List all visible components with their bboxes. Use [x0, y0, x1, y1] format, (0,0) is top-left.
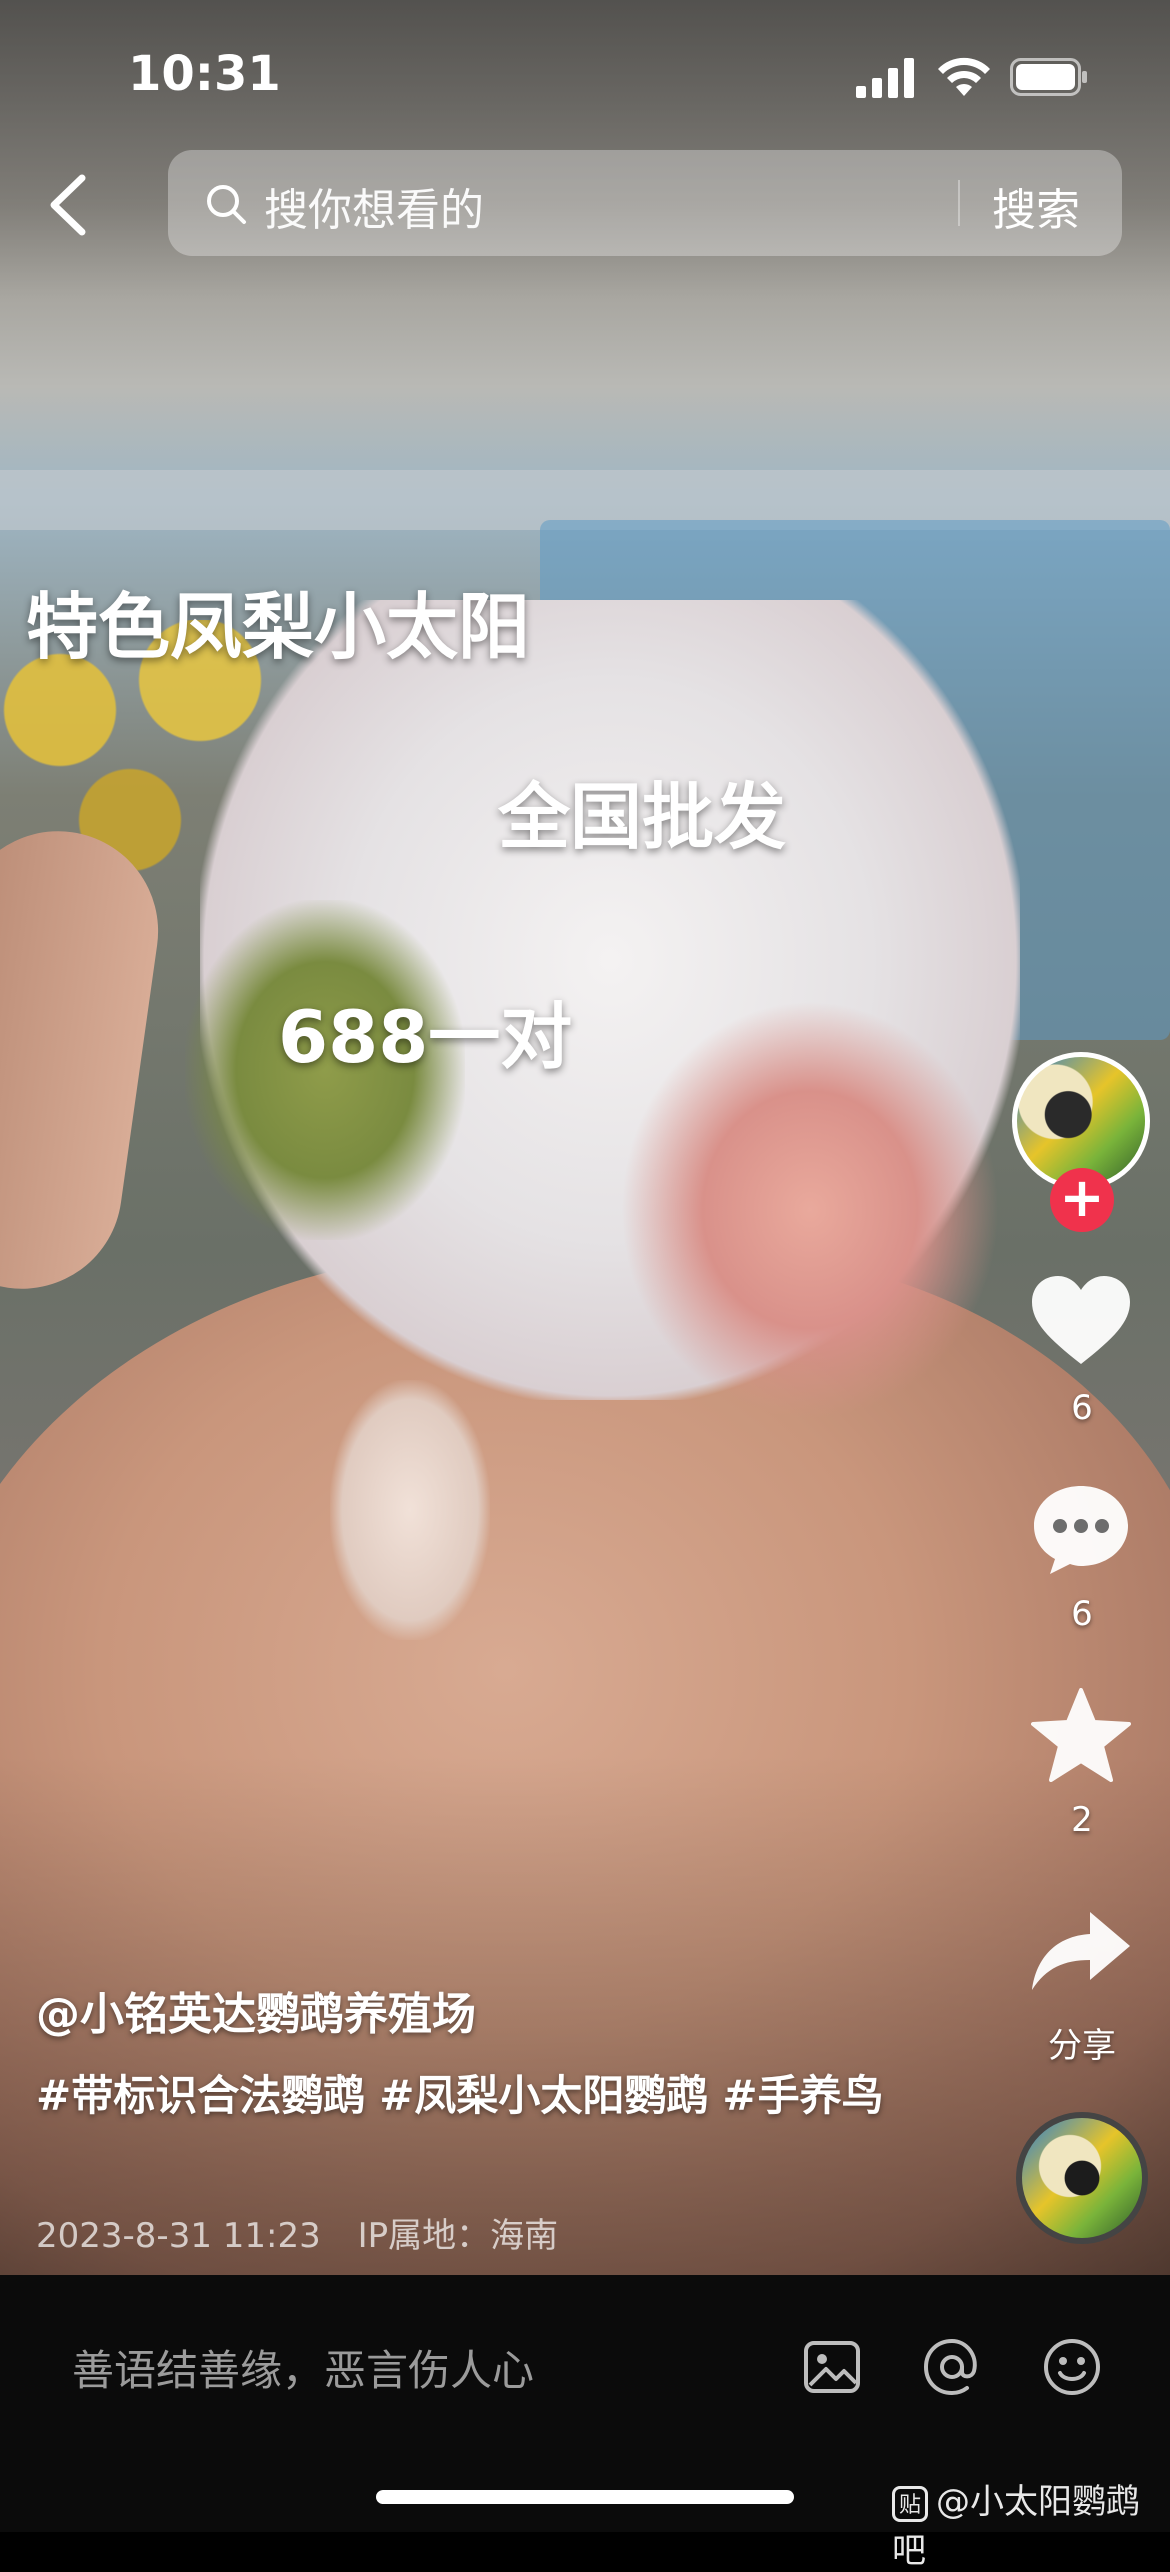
battery-icon	[1010, 58, 1087, 96]
video-parrot-belly	[620, 1000, 1000, 1420]
like-heart-icon[interactable]	[1028, 1272, 1134, 1368]
share-arrow-icon[interactable]	[1028, 1906, 1134, 2002]
video-caption-title: 特色凤梨小太阳	[26, 585, 531, 669]
author-name[interactable]: @小铭英达鹦鹉养殖场	[36, 1978, 476, 2042]
wifi-icon	[938, 57, 990, 96]
search-button[interactable]: 搜索	[992, 174, 1080, 238]
favorite-count: 2	[1071, 1800, 1093, 1840]
ip-location: IP属地：海南	[357, 2216, 559, 2256]
watermark: 贴 @小太阳鹦鹉吧	[892, 2474, 1170, 2572]
tieba-logo: 贴	[892, 2485, 928, 2522]
emoji-icon[interactable]	[1040, 2335, 1104, 2399]
image-icon[interactable]	[800, 2335, 864, 2399]
video-player[interactable]: 特色凤梨小太阳 全国批发 688一对	[0, 0, 1170, 2275]
favorite-star-icon[interactable]	[1028, 1688, 1134, 1784]
search-input[interactable]: 搜你想看的	[264, 174, 484, 238]
video-caption-wholesale: 全国批发	[498, 775, 787, 859]
status-time: 10:31	[128, 46, 281, 102]
back-button[interactable]	[40, 170, 100, 240]
music-disc[interactable]	[1016, 2112, 1148, 2244]
video-caption-price: 688一对	[278, 995, 573, 1079]
status-bar: 10:31	[0, 0, 1170, 150]
mention-at-icon[interactable]	[920, 2335, 984, 2399]
share-label[interactable]: 分享	[1010, 2018, 1154, 2067]
like-count: 6	[1071, 1388, 1093, 1428]
comment-input[interactable]: 善语结善缘，恶言伤人心	[72, 2337, 534, 2398]
hashtag[interactable]: #凤梨小太阳鹦鹉	[379, 2071, 708, 2120]
post-date: 2023-8-31 11:23	[36, 2216, 321, 2256]
watermark-text: @小太阳鹦鹉吧	[892, 2482, 1140, 2571]
follow-button[interactable]: +	[1050, 1168, 1114, 1232]
hashtag[interactable]: #手养鸟	[722, 2071, 883, 2120]
video-thumb	[0, 818, 172, 1302]
hashtag[interactable]: #带标识合法鹦鹉	[36, 2071, 365, 2120]
post-tags: #带标识合法鹦鹉 #凤梨小太阳鹦鹉 #手养鸟	[36, 2066, 916, 2126]
comment-count: 6	[1071, 1594, 1093, 1634]
video-parrot-feet	[330, 1380, 490, 1640]
search-bar[interactable]: 搜你想看的 搜索	[168, 150, 1122, 256]
search-divider	[958, 180, 960, 226]
home-indicator	[376, 2490, 794, 2504]
comment-bubble-icon[interactable]	[1028, 1480, 1134, 1576]
post-meta: 2023-8-31 11:23 IP属地：海南	[36, 2208, 584, 2257]
signal-icon	[856, 58, 914, 98]
search-icon	[207, 185, 246, 224]
